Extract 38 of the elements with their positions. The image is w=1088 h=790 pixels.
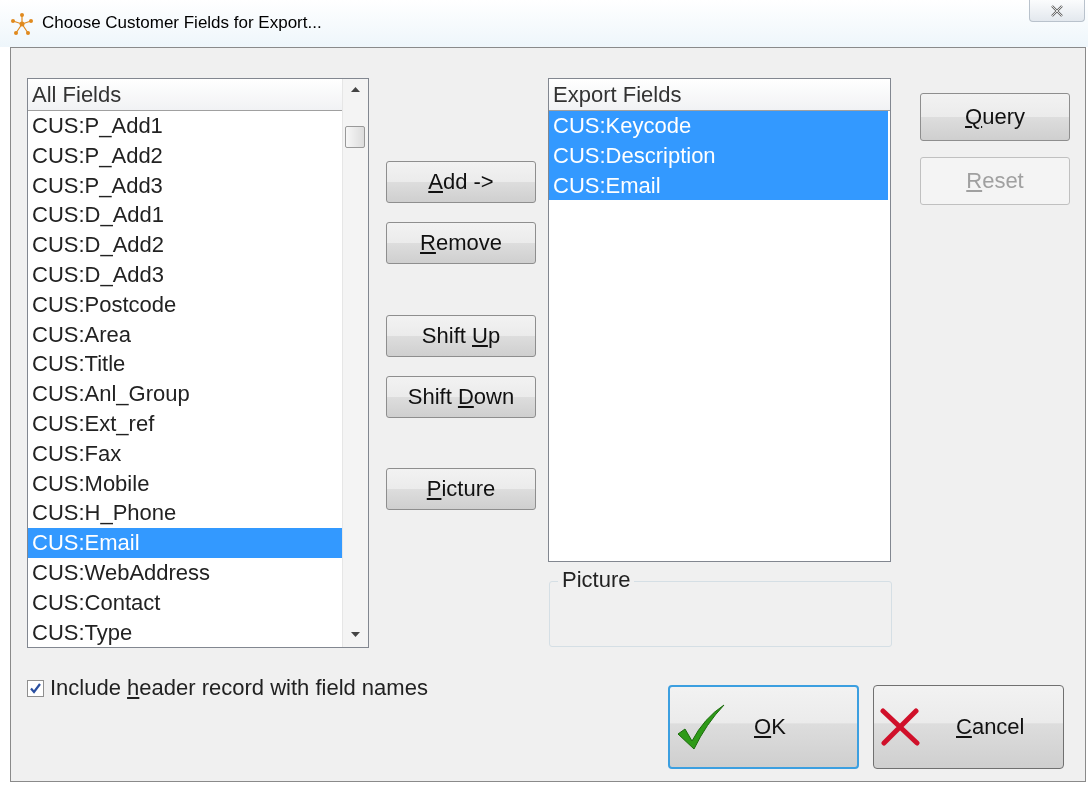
list-item[interactable]: CUS:D_Add2 (28, 230, 342, 260)
checkmark-icon (676, 704, 726, 750)
scrollbar[interactable] (342, 79, 368, 647)
cancel-button[interactable]: Cancel (873, 685, 1064, 769)
window-title: Choose Customer Fields for Export... (42, 12, 322, 33)
list-item[interactable]: CUS:Mobile (28, 468, 342, 499)
list-box[interactable] (27, 78, 369, 648)
action-button[interactable]: Add -> (386, 161, 536, 203)
app-icon (10, 11, 34, 36)
close-icon[interactable] (1050, 4, 1064, 17)
cross-icon (880, 707, 920, 747)
list-item[interactable]: CUS:P_Add1 (28, 111, 342, 141)
list-item[interactable]: CUS:Type (28, 617, 342, 647)
action-button[interactable]: Shift Up (386, 315, 536, 357)
scroll-up-icon[interactable] (351, 87, 360, 92)
list-item[interactable]: CUS:WebAddress (28, 557, 342, 588)
action-button[interactable]: Picture (386, 468, 536, 510)
action-button[interactable]: Shift Down (386, 376, 536, 418)
list-item[interactable]: CUS:Title (28, 349, 342, 380)
list-item[interactable]: CUS:Postcode (28, 289, 342, 320)
list-item[interactable]: CUS:D_Add3 (28, 260, 342, 290)
list-item[interactable]: CUS:D_Add1 (28, 200, 342, 231)
list-item[interactable]: CUS:Fax (28, 438, 342, 469)
checkbox-label[interactable]: Include header record with field names (50, 675, 428, 701)
action-button[interactable]: Query (920, 93, 1070, 141)
scroll-thumb[interactable] (345, 126, 365, 148)
checkbox[interactable] (27, 679, 44, 697)
list-item[interactable]: CUS:Ext_ref (28, 408, 342, 439)
list-item[interactable]: CUS:Anl_Group (28, 379, 342, 409)
list-item[interactable]: CUS:P_Add3 (28, 170, 342, 201)
list-item[interactable]: CUS:Area (28, 319, 342, 350)
ok-button[interactable]: OK (668, 685, 859, 769)
close-button[interactable] (1029, 0, 1085, 22)
list-item[interactable]: CUS:H_Phone (28, 498, 342, 529)
action-button[interactable]: Remove (386, 222, 536, 264)
list-item[interactable]: CUS:P_Add2 (28, 140, 342, 171)
scroll-down-icon[interactable] (351, 632, 360, 637)
list-item[interactable]: CUS:Contact (28, 587, 342, 618)
